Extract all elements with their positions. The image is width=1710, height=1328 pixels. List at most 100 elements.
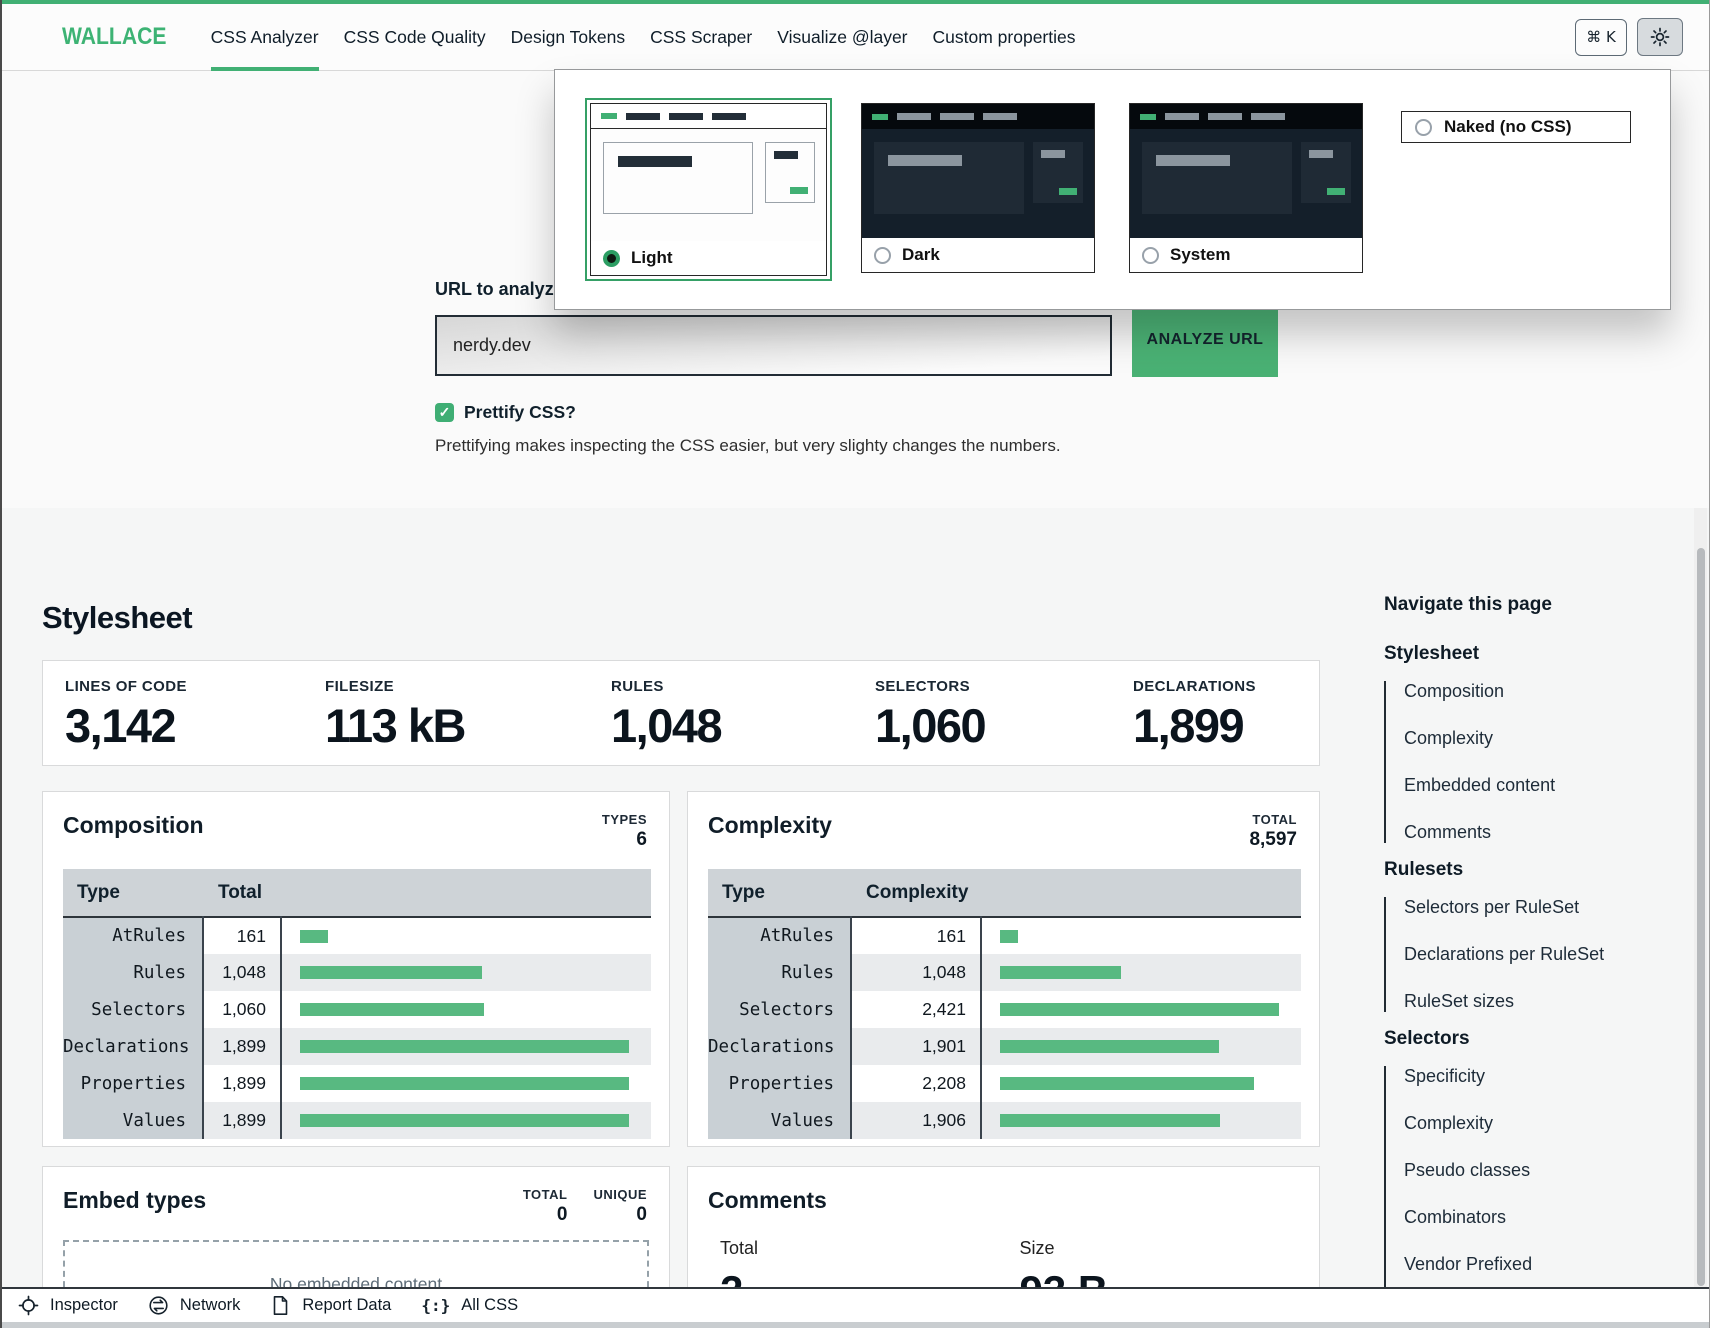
- table-row: Rules1,048: [708, 954, 1301, 991]
- dark-preview-header: [862, 104, 1094, 129]
- comments-total: Total 2: [720, 1238, 1020, 1287]
- toc-group-selectors: Selectors Specificity Complexity Pseudo …: [1384, 1028, 1654, 1287]
- navbar-actions: ⌘ K: [1575, 18, 1683, 56]
- toc-link-comments[interactable]: Comments: [1404, 822, 1654, 843]
- system-radio-row: System: [1130, 238, 1362, 272]
- complexity-panel: Complexity TOTAL 8,597 Type Complexity A…: [687, 791, 1320, 1147]
- stat-filesize: FILESIZE 113 kB: [325, 678, 611, 765]
- network-icon: [148, 1295, 169, 1316]
- table-row: Selectors2,421: [708, 991, 1301, 1028]
- composition-types-badge: TYPES 6: [602, 812, 647, 851]
- nav-item-css-analyzer[interactable]: CSS Analyzer: [211, 4, 319, 71]
- system-preview-content: [1130, 129, 1362, 238]
- toc-link-complexity[interactable]: Complexity: [1404, 728, 1654, 749]
- value-bar: [1000, 1114, 1220, 1127]
- wallace-app: WALLACE CSS Analyzer CSS Code Quality De…: [0, 0, 1710, 1328]
- embed-empty-state: No embedded content: [63, 1240, 649, 1287]
- main-nav: CSS Analyzer CSS Code Quality Design Tok…: [211, 4, 1076, 71]
- sun-icon: [1650, 27, 1670, 47]
- window-bottom-edge: [2, 1322, 1709, 1328]
- embed-types-title: Embed types: [63, 1187, 206, 1214]
- toc-group-rulesets: Rulesets Selectors per RuleSet Declarati…: [1384, 859, 1654, 1012]
- toc-link-embedded-content[interactable]: Embedded content: [1404, 775, 1654, 796]
- scrollbar-thumb[interactable]: [1697, 548, 1705, 1286]
- nav-item-css-code-quality[interactable]: CSS Code Quality: [344, 4, 486, 71]
- nav-item-visualize-layer[interactable]: Visualize @layer: [777, 4, 907, 71]
- theme-toggle-button[interactable]: [1637, 18, 1683, 56]
- table-row: Declarations1,899: [63, 1028, 651, 1065]
- toc-link-rulesets[interactable]: Rulesets: [1384, 859, 1654, 881]
- prettify-description: Prettifying makes inspecting the CSS eas…: [435, 436, 1061, 456]
- toc-link-specificity[interactable]: Specificity: [1404, 1066, 1654, 1087]
- analyze-url-button[interactable]: ANALYZE URL: [1132, 303, 1278, 377]
- toc-link-ruleset-sizes[interactable]: RuleSet sizes: [1404, 991, 1654, 1012]
- network-button[interactable]: Network: [148, 1295, 241, 1316]
- value-bar: [300, 1077, 629, 1090]
- nav-item-design-tokens[interactable]: Design Tokens: [511, 4, 625, 71]
- stat-selectors: SELECTORS 1,060: [875, 678, 1133, 765]
- light-radio[interactable]: [603, 250, 620, 267]
- braces-icon: {:}: [421, 1296, 450, 1315]
- inspector-button[interactable]: Inspector: [18, 1295, 118, 1316]
- toc-link-vendor-prefixed[interactable]: Vendor Prefixed: [1404, 1254, 1654, 1275]
- system-label: System: [1170, 245, 1230, 265]
- crosshair-icon: [18, 1295, 39, 1316]
- composition-panel: Composition TYPES 6 Type Total AtRules16…: [42, 791, 670, 1147]
- toc-link-selectors[interactable]: Selectors: [1384, 1028, 1654, 1050]
- dark-radio[interactable]: [874, 247, 891, 264]
- comments-size: Size 93 B: [1020, 1238, 1320, 1287]
- dark-label: Dark: [902, 245, 940, 265]
- value-bar: [1000, 1040, 1219, 1053]
- table-row: Selectors1,060: [63, 991, 651, 1028]
- theme-picker-dropdown: Light Dark: [554, 69, 1671, 310]
- composition-title: Composition: [63, 812, 204, 839]
- toc-link-pseudo-classes[interactable]: Pseudo classes: [1404, 1160, 1654, 1181]
- url-label: URL to analyze: [435, 279, 564, 300]
- light-preview-header: [591, 104, 826, 129]
- value-bar: [300, 930, 328, 943]
- toc-link-selector-complexity[interactable]: Complexity: [1404, 1113, 1654, 1134]
- comments-title: Comments: [708, 1187, 827, 1214]
- toc-link-composition[interactable]: Composition: [1404, 681, 1654, 702]
- toc-link-combinators[interactable]: Combinators: [1404, 1207, 1654, 1228]
- toc-link-declarations-per-ruleset[interactable]: Declarations per RuleSet: [1404, 944, 1654, 965]
- system-radio[interactable]: [1142, 247, 1159, 264]
- toc-link-selectors-per-ruleset[interactable]: Selectors per RuleSet: [1404, 897, 1654, 918]
- brand-logo[interactable]: WALLACE: [62, 23, 166, 51]
- url-input[interactable]: [435, 315, 1112, 376]
- navbar: WALLACE CSS Analyzer CSS Code Quality De…: [2, 0, 1709, 71]
- value-bar: [300, 1040, 629, 1053]
- report-data-button[interactable]: Report Data: [270, 1295, 391, 1316]
- embed-types-panel: Embed types TOTAL 0 UNIQUE 0 No embedded…: [42, 1166, 670, 1287]
- table-row: Declarations1,901: [708, 1028, 1301, 1065]
- theme-option-dark[interactable]: Dark: [861, 103, 1095, 273]
- table-row: Properties1,899: [63, 1065, 651, 1102]
- toc-link-stylesheet[interactable]: Stylesheet: [1384, 643, 1654, 665]
- nav-item-custom-properties[interactable]: Custom properties: [933, 4, 1076, 71]
- theme-option-system[interactable]: System: [1129, 103, 1363, 273]
- command-palette-button[interactable]: ⌘ K: [1575, 19, 1627, 56]
- stat-lines-of-code: LINES OF CODE 3,142: [65, 678, 325, 765]
- naked-radio[interactable]: [1415, 119, 1432, 136]
- composition-table: Type Total AtRules161 Rules1,048 Selecto…: [63, 869, 651, 1139]
- value-bar: [300, 1114, 629, 1127]
- table-row: Values1,906: [708, 1102, 1301, 1139]
- table-row: Values1,899: [63, 1102, 651, 1139]
- report-section: Stylesheet LINES OF CODE 3,142 FILESIZE …: [2, 508, 1709, 1287]
- all-css-button[interactable]: {:} All CSS: [421, 1296, 518, 1315]
- light-label: Light: [631, 248, 673, 268]
- theme-option-light[interactable]: Light: [590, 103, 827, 276]
- stylesheet-stats-panel: LINES OF CODE 3,142 FILESIZE 113 kB RULE…: [42, 660, 1320, 766]
- value-bar: [300, 966, 482, 979]
- theme-option-naked[interactable]: Naked (no CSS): [1401, 111, 1631, 143]
- prettify-checkbox[interactable]: ✓: [435, 403, 454, 422]
- complexity-table: Type Complexity AtRules161 Rules1,048 Se…: [708, 869, 1301, 1139]
- embed-unique-badge: UNIQUE 0: [593, 1187, 647, 1226]
- system-preview-header: [1130, 104, 1362, 129]
- page-toc: Navigate this page Stylesheet Compositio…: [1384, 594, 1654, 1287]
- dark-radio-row: Dark: [862, 238, 1094, 272]
- table-row: Properties2,208: [708, 1065, 1301, 1102]
- nav-item-css-scraper[interactable]: CSS Scraper: [650, 4, 752, 71]
- document-icon: [270, 1295, 291, 1316]
- value-bar: [1000, 930, 1018, 943]
